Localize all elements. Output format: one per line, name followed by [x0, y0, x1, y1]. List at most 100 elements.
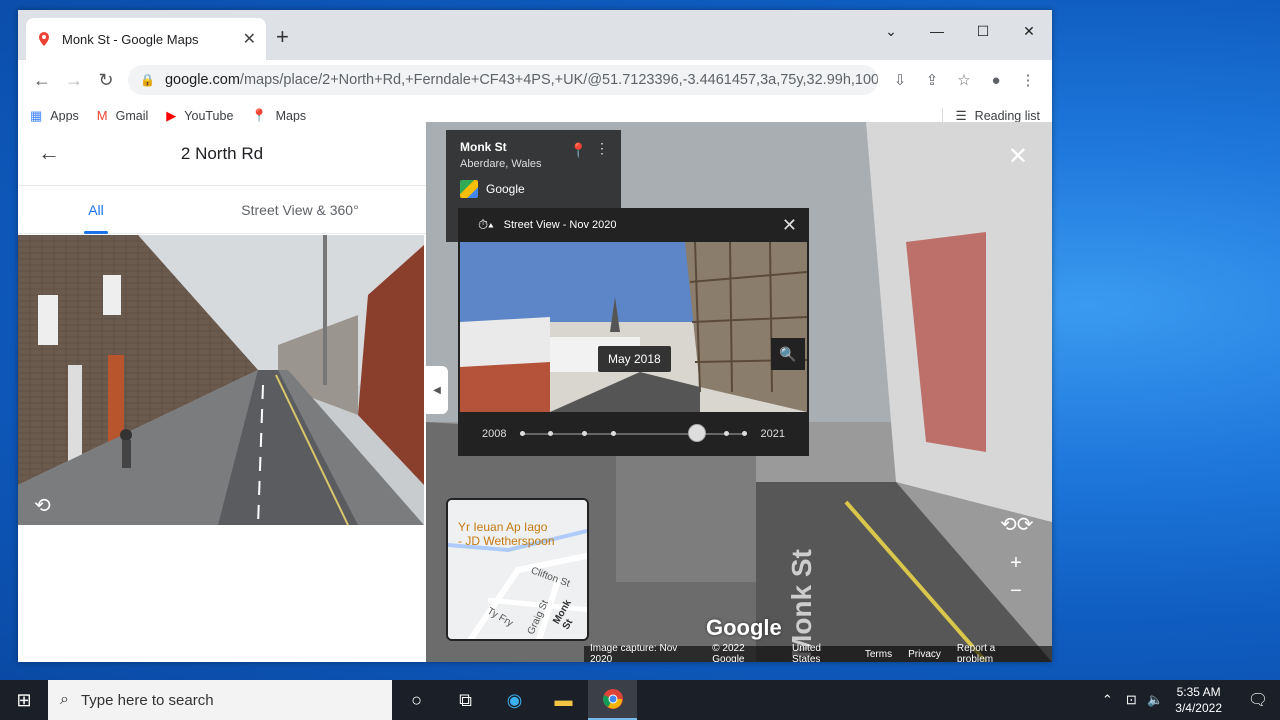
search-icon: ⌕	[60, 691, 69, 708]
back-button[interactable]: ←	[26, 64, 58, 96]
time-machine-panel: ⏱▴ Street View - Nov 2020 ✕ May 2018 🔍 2…	[458, 208, 809, 456]
browser-toolbar: ← → ↻ 🔒 google.com/maps/place/2+North+Rd…	[18, 60, 1052, 100]
tab-search-icon[interactable]: ⌄	[868, 16, 914, 46]
more-options-icon[interactable]: ⋮	[595, 140, 609, 157]
date-slider[interactable]: 2008 2021	[458, 412, 809, 456]
notification-icon[interactable]: 🗨	[1236, 690, 1280, 710]
google-maps-logo-icon	[460, 180, 478, 198]
minimap-poi-line1: Yr Ieuan Ap Iago	[458, 520, 548, 534]
copyright-text: © 2022 Google	[712, 643, 745, 662]
tab-all[interactable]: All	[18, 186, 174, 233]
reading-list-label: Reading list	[974, 108, 1040, 123]
new-tab-button[interactable]: +	[276, 24, 289, 50]
close-window-button[interactable]: ✕	[1006, 16, 1052, 46]
bookmark-label: Gmail	[115, 108, 149, 123]
bookmark-label: Apps	[50, 108, 79, 123]
image-capture-text: Image capture: Nov 2020	[590, 643, 678, 662]
browser-tab[interactable]: Monk St - Google Maps ✕	[26, 18, 266, 60]
bookmark-label: YouTube	[184, 108, 234, 123]
location-region: Aberdare, Wales	[460, 158, 542, 170]
privacy-link[interactable]: Privacy	[908, 649, 941, 660]
forward-button[interactable]: →	[58, 64, 90, 96]
tray-chevron-icon[interactable]: ⌃	[1095, 692, 1119, 708]
reading-list-icon: ☰	[955, 109, 967, 123]
profile-icon[interactable]: ●	[980, 64, 1012, 96]
chrome-icon[interactable]	[588, 680, 637, 720]
windows-start-icon[interactable]: ⊞	[0, 680, 48, 720]
minimap-poi-line2: - JD Wetherspoon	[458, 534, 555, 548]
reload-button[interactable]: ↻	[90, 64, 122, 96]
file-explorer-icon[interactable]: ▬	[539, 680, 588, 720]
desktop-icon[interactable]	[0, 60, 18, 90]
system-tray: ⌃ ⊡ 🔈 5:35 AM 3/4/2022 🗨	[1095, 684, 1280, 716]
slider-tick[interactable]	[581, 431, 587, 436]
network-icon[interactable]: ⊡	[1119, 692, 1143, 708]
clock[interactable]: 5:35 AM 3/4/2022	[1175, 684, 1222, 716]
back-arrow-icon[interactable]: ←	[38, 140, 60, 166]
gmail-icon: M	[96, 108, 108, 123]
tab-underline	[84, 231, 108, 234]
mini-map[interactable]: Yr Ieuan Ap Iago - JD Wetherspoon Clifton…	[446, 498, 589, 641]
cortana-icon[interactable]: ○	[392, 680, 441, 720]
compass-icon[interactable]: ⟲⟳	[1000, 512, 1040, 542]
maximize-button[interactable]: ☐	[960, 16, 1006, 46]
street-name-overlay: Monk St	[786, 549, 817, 658]
close-street-view-button[interactable]: ✕	[1008, 142, 1028, 171]
street-view-pane[interactable]: Monk St Aberdare, Wales Google 📍 ⋮ ✕ ⏱▴ …	[426, 122, 1052, 662]
attribution-bar: Image capture: Nov 2020 © 2022 Google Un…	[584, 643, 1052, 662]
window-controls: ⌄ — ☐ ✕	[868, 16, 1052, 46]
close-time-machine-icon[interactable]: ✕	[782, 215, 797, 236]
bookmark-star-icon[interactable]: ☆	[948, 64, 980, 96]
zoom-out-button[interactable]: −	[1002, 580, 1030, 608]
lock-icon: 🔒	[140, 73, 155, 87]
zoom-preview-icon[interactable]: 🔍	[771, 338, 805, 370]
tab-title: Monk St - Google Maps	[62, 31, 199, 47]
tab-close-icon[interactable]: ✕	[243, 29, 256, 49]
region-link[interactable]: United States	[792, 643, 849, 662]
slider-tick[interactable]	[741, 431, 747, 436]
clock-time: 5:35 AM	[1176, 685, 1221, 699]
report-problem-link[interactable]: Report a problem	[957, 643, 1030, 662]
slider-tick[interactable]	[610, 431, 616, 436]
taskbar-search[interactable]: ⌕ Type here to search	[48, 680, 392, 720]
bookmark-gmail[interactable]: M Gmail	[97, 108, 149, 123]
historical-preview[interactable]	[460, 242, 807, 412]
share-icon[interactable]: ⇪	[916, 64, 948, 96]
title-bar: Monk St - Google Maps ✕ + ⌄ — ☐ ✕	[18, 10, 1052, 60]
google-logo: Google	[706, 615, 782, 640]
desktop-icon[interactable]	[0, 258, 18, 288]
rotate-360-icon: ⟲	[34, 495, 51, 517]
desktop-icon[interactable]	[0, 150, 18, 180]
panel-header: ← 2 North Rd	[18, 122, 426, 186]
install-icon[interactable]: ⇩	[884, 64, 916, 96]
slider-start-year: 2008	[482, 428, 507, 440]
edge-icon[interactable]: ◉	[490, 680, 539, 720]
browser-window: Monk St - Google Maps ✕ + ⌄ — ☐ ✕ ← → ↻ …	[18, 10, 1052, 662]
maps-favicon-icon	[39, 32, 49, 46]
street-photo[interactable]: ⟲	[18, 235, 424, 525]
url-host: google.com	[164, 72, 240, 88]
address-bar[interactable]: 🔒 google.com/maps/place/2+North+Rd,+Fern…	[128, 65, 878, 95]
photo-tabs: All Street View & 360°	[18, 186, 426, 234]
slider-tick[interactable]	[520, 431, 526, 436]
clock-date: 3/4/2022	[1175, 701, 1222, 715]
volume-icon[interactable]: 🔈	[1143, 692, 1167, 708]
pin-icon[interactable]: 📍	[570, 142, 587, 159]
bookmark-label: Maps	[275, 108, 307, 123]
slider-knob[interactable]	[687, 424, 706, 442]
slider-end-year: 2021	[760, 428, 785, 440]
slider-track[interactable]	[520, 424, 747, 442]
task-view-icon[interactable]: ⧉	[441, 680, 490, 720]
zoom-controls: + −	[1002, 552, 1030, 608]
menu-icon[interactable]: ⋮	[1012, 64, 1044, 96]
tab-street-view[interactable]: Street View & 360°	[174, 186, 426, 233]
history-clock-icon[interactable]: ⏱▴	[478, 217, 494, 233]
terms-link[interactable]: Terms	[865, 649, 892, 660]
minimize-button[interactable]: —	[914, 16, 960, 46]
search-placeholder: Type here to search	[80, 691, 214, 709]
reading-list-button[interactable]: ☰ Reading list	[942, 108, 1040, 123]
slider-tick[interactable]	[723, 431, 729, 436]
slider-tick[interactable]	[547, 431, 553, 436]
zoom-in-button[interactable]: +	[1002, 552, 1030, 580]
collapse-panel-button[interactable]: ◀	[426, 366, 448, 414]
